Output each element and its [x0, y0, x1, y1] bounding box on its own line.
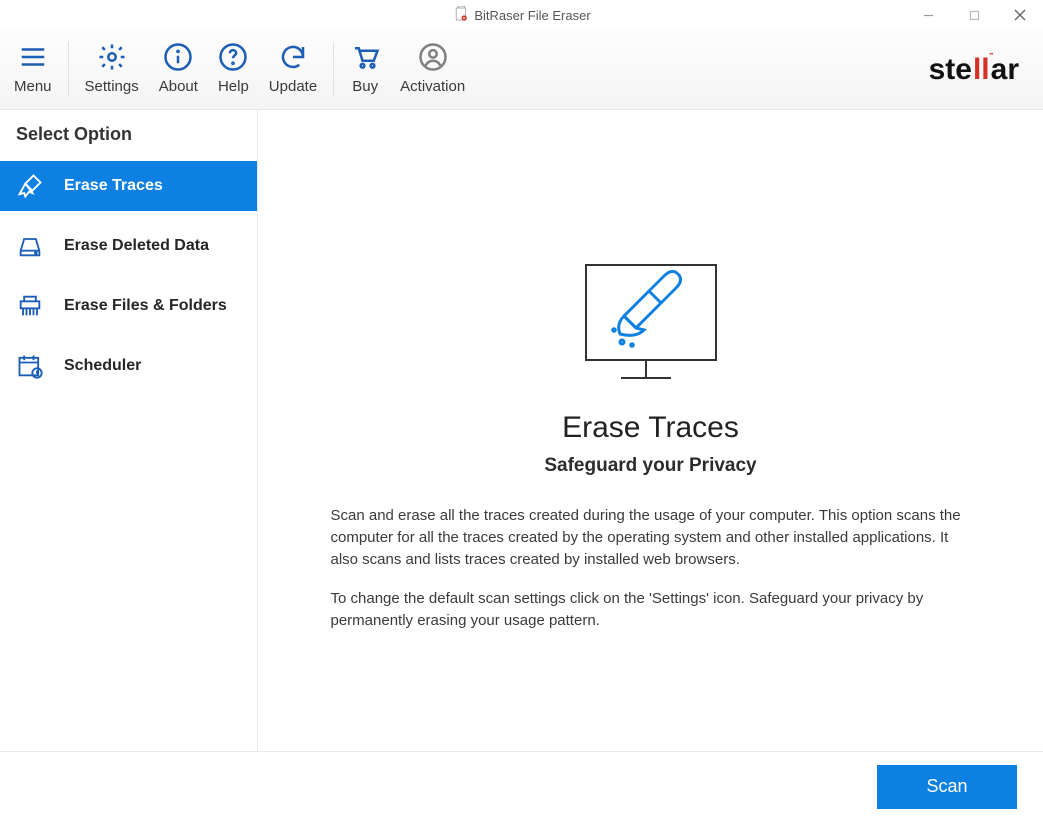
- minimize-button[interactable]: [905, 0, 951, 30]
- hamburger-icon: [18, 42, 48, 72]
- sidebar-item-label: Erase Deleted Data: [64, 237, 209, 255]
- user-icon: [418, 42, 448, 72]
- content-title: Erase Traces: [562, 411, 739, 445]
- brand-post: ar: [991, 53, 1019, 87]
- close-button[interactable]: [997, 0, 1043, 30]
- brand-pre: ste: [929, 53, 972, 87]
- scan-button[interactable]: Scan: [877, 765, 1017, 809]
- main-area: Select Option Erase Traces Erase Deleted…: [0, 110, 1043, 751]
- drive-icon: [16, 232, 44, 260]
- sidebar-item-scheduler[interactable]: Scheduler: [0, 341, 257, 391]
- brand-logo: stell∙∙ar: [929, 53, 1019, 87]
- calendar-clock-icon: [16, 352, 44, 380]
- menu-label: Menu: [14, 78, 52, 95]
- sidebar-item-erase-deleted[interactable]: Erase Deleted Data: [0, 221, 257, 271]
- gear-icon: [97, 42, 127, 72]
- update-label: Update: [269, 78, 317, 95]
- shredder-icon: [16, 292, 44, 320]
- content-area: Erase Traces Safeguard your Privacy Scan…: [258, 110, 1043, 751]
- buy-button[interactable]: Buy: [340, 30, 390, 109]
- content-para1: Scan and erase all the traces created du…: [331, 505, 971, 570]
- content-illustration: [576, 260, 726, 393]
- refresh-icon: [278, 42, 308, 72]
- sidebar-item-label: Erase Traces: [64, 177, 163, 195]
- about-label: About: [159, 78, 198, 95]
- sidebar: Select Option Erase Traces Erase Deleted…: [0, 110, 258, 751]
- content-description: Scan and erase all the traces created du…: [331, 505, 971, 632]
- brand-mid: ll∙∙: [972, 53, 991, 87]
- activation-button[interactable]: Activation: [390, 30, 475, 109]
- menu-button[interactable]: Menu: [4, 30, 62, 109]
- window-title: BitRaser File Eraser: [474, 8, 590, 23]
- titlebar: BitRaser File Eraser: [0, 0, 1043, 30]
- content-para2: To change the default scan settings clic…: [331, 588, 971, 632]
- help-icon: [218, 42, 248, 72]
- help-button[interactable]: Help: [208, 30, 259, 109]
- cart-icon: [350, 42, 380, 72]
- window-controls: [905, 0, 1043, 30]
- settings-button[interactable]: Settings: [75, 30, 149, 109]
- sidebar-item-erase-traces[interactable]: Erase Traces: [0, 161, 257, 211]
- toolbar: Menu Settings About Help Update Buy Acti…: [0, 30, 1043, 110]
- activation-label: Activation: [400, 78, 465, 95]
- help-label: Help: [218, 78, 249, 95]
- toolbar-separator: [333, 42, 334, 97]
- sidebar-item-label: Erase Files & Folders: [64, 297, 227, 315]
- content-subtitle: Safeguard your Privacy: [544, 455, 756, 477]
- toolbar-separator: [68, 42, 69, 97]
- buy-label: Buy: [352, 78, 378, 95]
- sidebar-item-erase-files[interactable]: Erase Files & Folders: [0, 281, 257, 331]
- maximize-button[interactable]: [951, 0, 997, 30]
- sidebar-item-label: Scheduler: [64, 357, 141, 375]
- broom-icon: [16, 172, 44, 200]
- settings-label: Settings: [85, 78, 139, 95]
- about-button[interactable]: About: [149, 30, 208, 109]
- footer: Scan: [0, 751, 1043, 821]
- app-icon: [452, 6, 468, 25]
- sidebar-title: Select Option: [0, 110, 257, 155]
- window-title-wrap: BitRaser File Eraser: [452, 6, 590, 25]
- info-icon: [163, 42, 193, 72]
- update-button[interactable]: Update: [259, 30, 327, 109]
